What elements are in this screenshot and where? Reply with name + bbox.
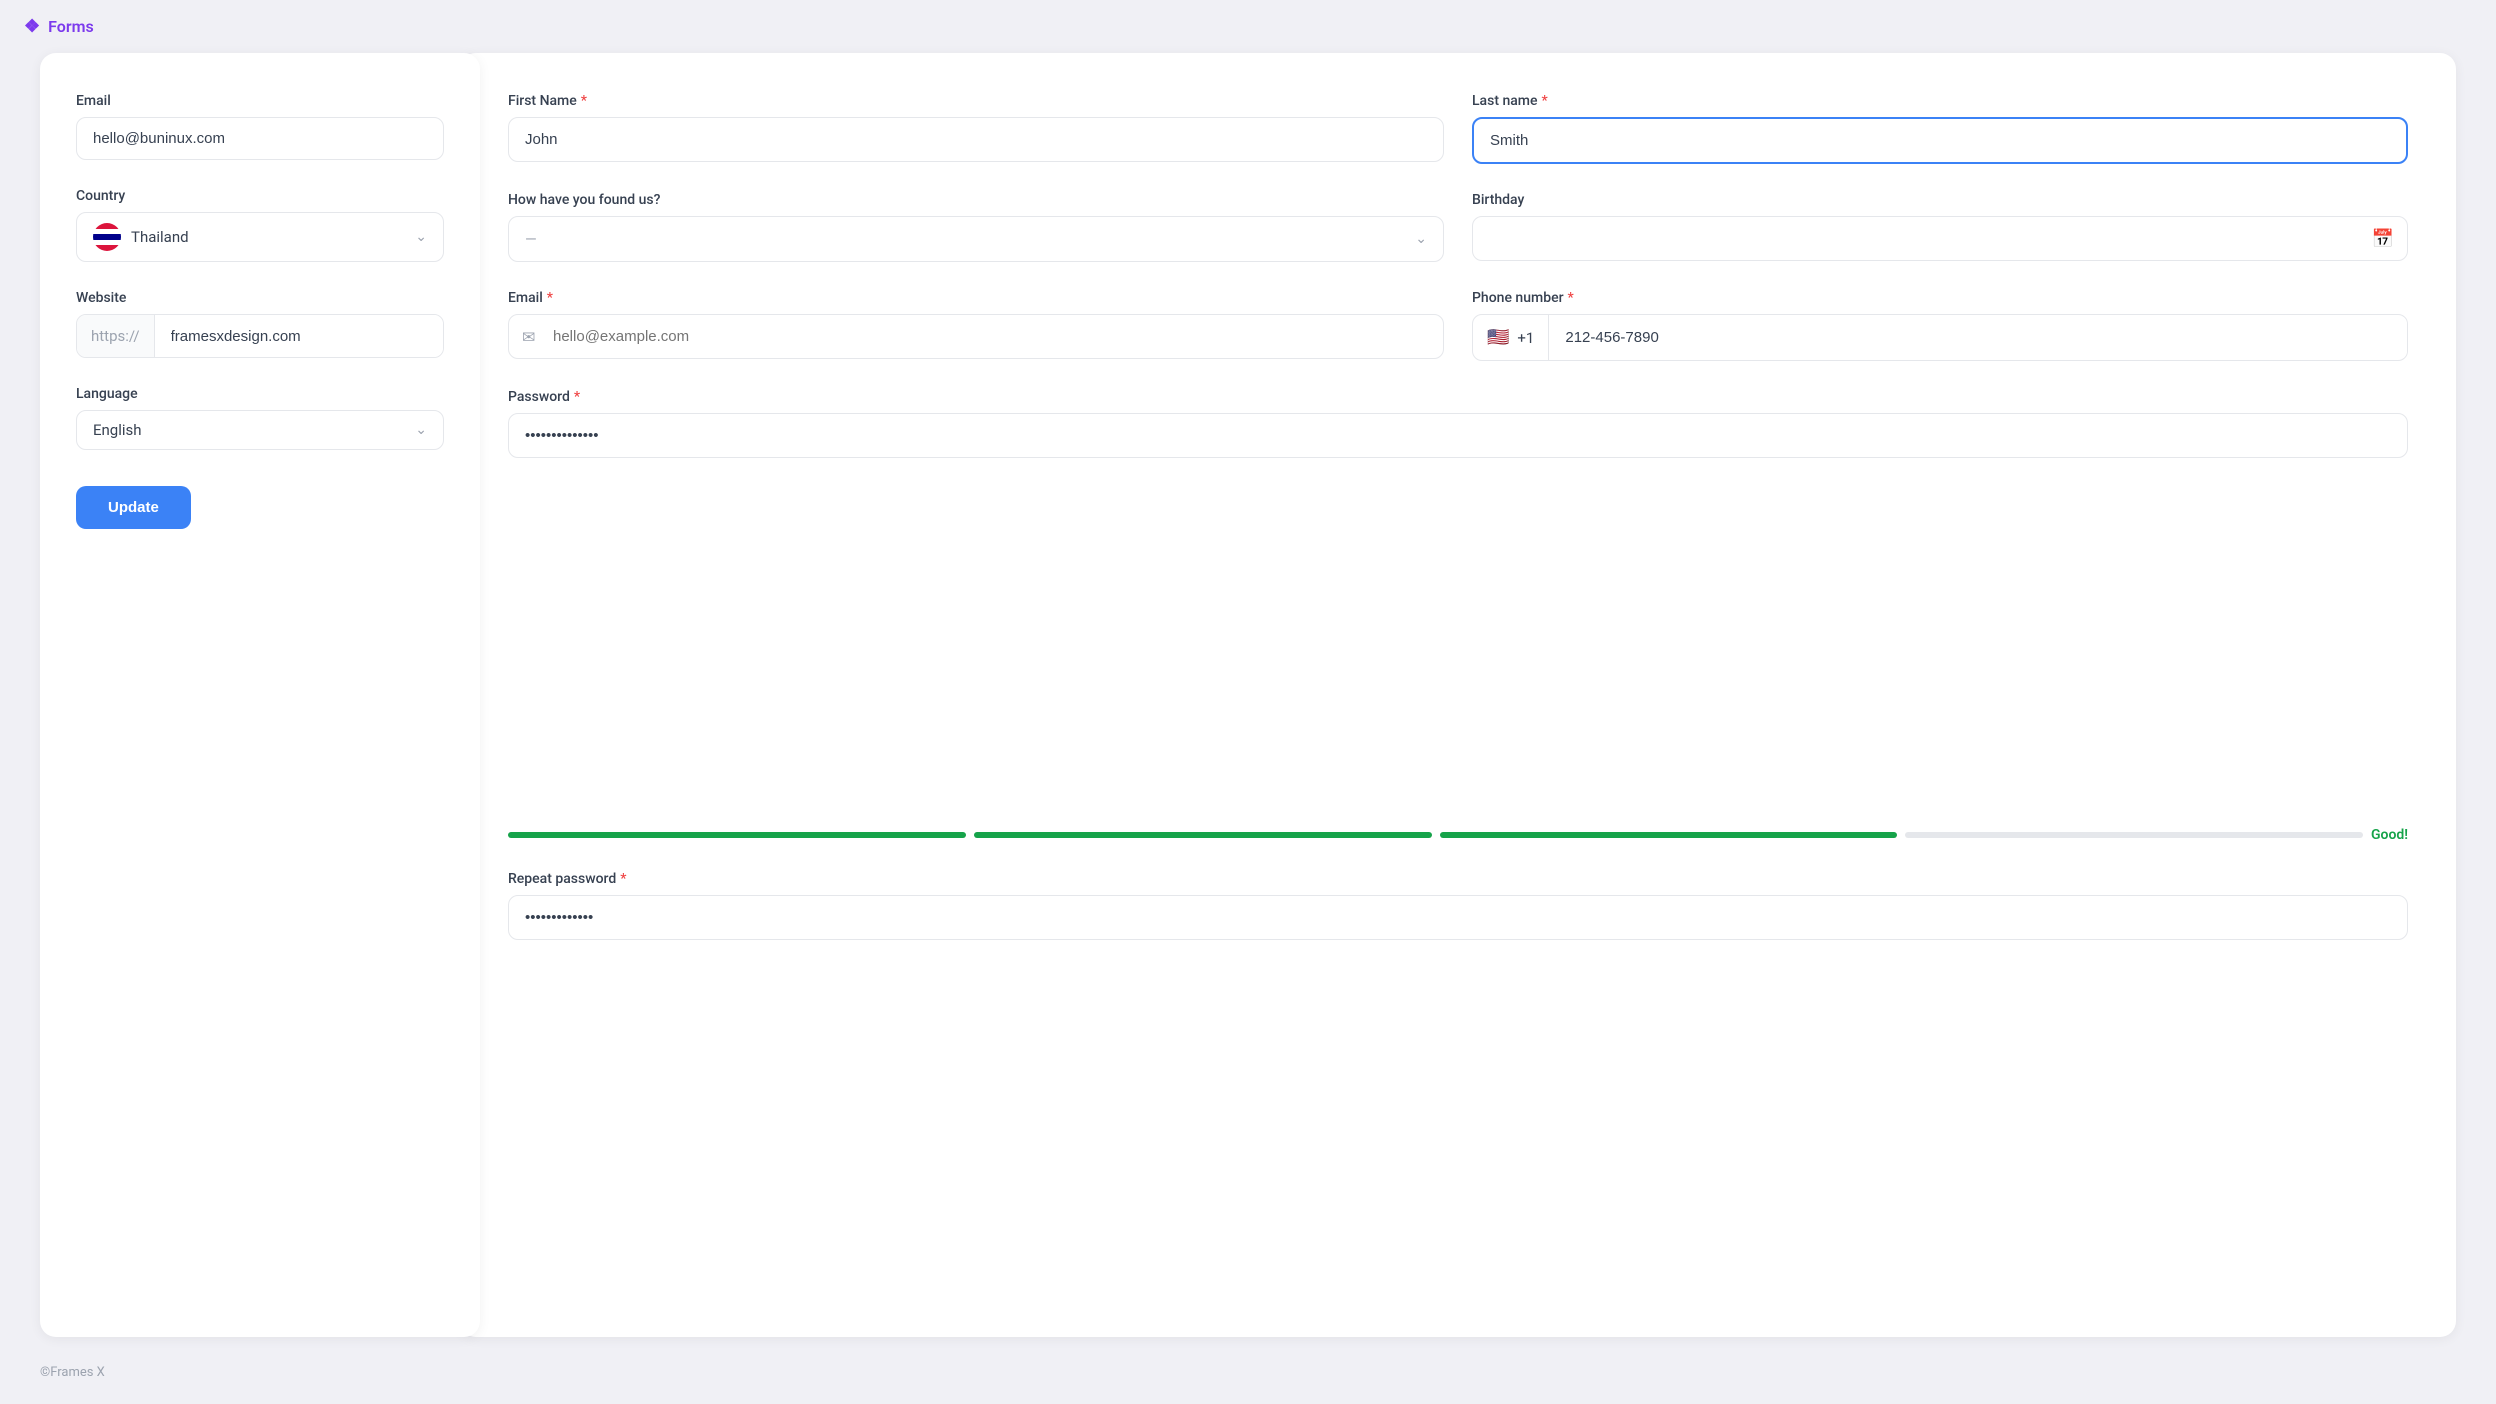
country-value: Thailand [131, 228, 189, 246]
repeat-password-field: Repeat password * [508, 871, 2408, 1297]
first-name-label: First Name * [508, 93, 1444, 109]
language-label: Language [76, 386, 444, 402]
birthday-input-wrapper: 📅 [1472, 216, 2408, 261]
last-name-field: Last name * [1472, 93, 2408, 164]
last-name-required: * [1542, 93, 1548, 109]
website-field-group: Website https:// [76, 290, 444, 358]
app-logo: ❖ Forms [24, 16, 94, 37]
chevron-down-icon-lang: ⌄ [415, 422, 427, 438]
app-title: Forms [48, 17, 94, 36]
country-select-left: Thailand [93, 223, 189, 251]
page-container: Email Country [0, 53, 2496, 1377]
phone-country-code: +1 [1517, 329, 1534, 347]
first-name-field: First Name * [508, 93, 1444, 164]
footer-text: ©Frames X [40, 1365, 105, 1380]
website-prefix: https:// [77, 315, 155, 357]
country-select[interactable]: Thailand ⌄ [76, 212, 444, 262]
password-input[interactable] [508, 413, 2408, 458]
email-icon: ✉ [522, 327, 535, 346]
how-found-label: How have you found us? [508, 192, 1444, 208]
right-email-required: * [547, 290, 553, 306]
calendar-icon[interactable]: 📅 [2372, 228, 2394, 249]
language-value: English [93, 421, 142, 439]
right-card: First Name * Last name * How have you fo… [460, 53, 2456, 1337]
phone-input-wrapper: 🇺🇸 +1 [1472, 314, 2408, 361]
strength-bar-3 [1440, 832, 1898, 838]
found-birthday-row: How have you found us? — ⌄ Birthday 📅 [508, 192, 2408, 262]
password-label: Password * [508, 389, 2408, 405]
how-found-field: How have you found us? — ⌄ [508, 192, 1444, 262]
chevron-down-icon-found: ⌄ [1415, 231, 1427, 247]
website-label: Website [76, 290, 444, 306]
last-name-input[interactable] [1472, 117, 2408, 164]
repeat-password-label: Repeat password * [508, 871, 2408, 887]
phone-required: * [1568, 290, 1574, 306]
password-field: Password * [508, 389, 2408, 815]
birthday-label: Birthday [1472, 192, 2408, 208]
chevron-down-icon: ⌄ [415, 229, 427, 245]
country-label: Country [76, 188, 444, 204]
strength-bar-1 [508, 832, 966, 838]
logo-icon: ❖ [24, 16, 40, 37]
repeat-password-required: * [620, 871, 626, 887]
phone-flag: 🇺🇸 [1487, 327, 1509, 348]
password-required: * [574, 389, 580, 405]
email-field-group: Email [76, 93, 444, 160]
language-field-group: Language English ⌄ [76, 386, 444, 450]
last-name-label: Last name * [1472, 93, 2408, 109]
how-found-placeholder: — [525, 230, 537, 248]
name-row: First Name * Last name * [508, 93, 2408, 164]
birthday-input[interactable] [1472, 216, 2408, 261]
right-email-label: Email * [508, 290, 1444, 306]
first-name-input[interactable] [508, 117, 1444, 162]
birthday-field: Birthday 📅 [1472, 192, 2408, 262]
phone-number-input[interactable] [1549, 317, 2407, 358]
how-found-select[interactable]: — ⌄ [508, 216, 1444, 262]
website-input[interactable] [155, 315, 443, 357]
phone-label: Phone number * [1472, 290, 2408, 306]
email-input-wrapper: ✉ [508, 314, 1444, 359]
password-strength-label: Good! [2371, 827, 2408, 843]
update-button[interactable]: Update [76, 486, 191, 529]
email-phone-row: Email * ✉ Phone number * 🇺🇸 +1 [508, 290, 2408, 361]
right-email-input[interactable] [508, 314, 1444, 359]
phone-country-selector[interactable]: 🇺🇸 +1 [1473, 315, 1549, 360]
country-field-group: Country Thailand [76, 188, 444, 262]
strength-bar-2 [974, 832, 1432, 838]
email-label: Email [76, 93, 444, 109]
first-name-required: * [581, 93, 587, 109]
password-strength-row: Good! [508, 827, 2408, 843]
left-card: Email Country [40, 53, 480, 1337]
app-header: ❖ Forms [0, 0, 2496, 53]
repeat-password-input[interactable] [508, 895, 2408, 940]
strength-bar-4 [1905, 832, 2363, 838]
email-input[interactable] [76, 117, 444, 160]
right-email-field: Email * ✉ [508, 290, 1444, 361]
phone-field: Phone number * 🇺🇸 +1 [1472, 290, 2408, 361]
language-select[interactable]: English ⌄ [76, 410, 444, 450]
country-flag [93, 223, 121, 251]
website-input-wrapper: https:// [76, 314, 444, 358]
